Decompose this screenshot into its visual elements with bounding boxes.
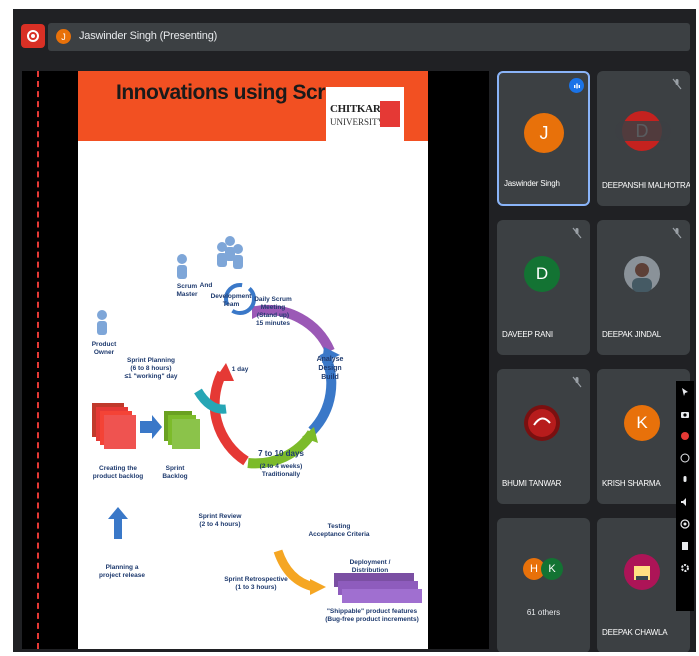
mic-off-icon bbox=[672, 78, 682, 90]
camera-icon[interactable] bbox=[680, 409, 690, 419]
mic-icon[interactable] bbox=[680, 475, 690, 485]
logo-mark bbox=[380, 101, 400, 127]
document-icon[interactable] bbox=[680, 541, 690, 551]
university-logo: CHITKARA UNIVERSITY bbox=[326, 87, 404, 141]
avatar-photo bbox=[524, 405, 560, 441]
participant-name: DEEPAK CHAWLA bbox=[602, 628, 668, 637]
label-deployment: Deployment / Distribution bbox=[349, 559, 391, 574]
top-bar: J Jaswinder Singh (Presenting) bbox=[13, 9, 696, 63]
presenting-banner[interactable]: J Jaswinder Singh (Presenting) bbox=[48, 23, 690, 51]
others-tile[interactable]: H K 61 others bbox=[497, 518, 590, 652]
presenter-avatar: J bbox=[56, 29, 71, 44]
avatar: D bbox=[524, 256, 560, 292]
avatar: J bbox=[524, 113, 564, 153]
deployment-stack bbox=[334, 573, 422, 603]
label-testing: Testing Acceptance Criteria bbox=[308, 523, 370, 538]
participant-grid: J Jaswinder Singh D DEEPANSHI MALHOTRA D… bbox=[497, 71, 696, 652]
label-shippable: "Shippable" product features (Bug-free p… bbox=[325, 608, 419, 623]
slide-title: Innovations using Scrum bbox=[116, 81, 356, 104]
participant-tile[interactable]: DEEPAK JINDAL bbox=[597, 220, 690, 355]
speaking-indicator-icon bbox=[569, 78, 584, 93]
participant-tile[interactable]: BHUMI TANWAR bbox=[497, 369, 590, 504]
mic-off-icon bbox=[572, 227, 582, 239]
avatar-photo bbox=[624, 554, 660, 590]
sprint-backlog-stack bbox=[164, 411, 200, 449]
participant-name: Jaswinder Singh bbox=[504, 179, 560, 188]
record-icon bbox=[27, 30, 39, 42]
volume-icon[interactable] bbox=[680, 497, 690, 507]
label-one-day: 1 day bbox=[231, 366, 249, 373]
product-backlog-stack bbox=[92, 403, 136, 449]
label-sprint-review: Sprint Review (2 to 4 hours) bbox=[198, 513, 242, 528]
pointer-icon[interactable] bbox=[680, 387, 690, 397]
participant-name: KRISH SHARMA bbox=[602, 479, 661, 488]
participant-tile[interactable]: J Jaswinder Singh bbox=[497, 71, 590, 206]
participant-tile[interactable]: D DAVEEP RANI bbox=[497, 220, 590, 355]
avatar: K bbox=[541, 558, 563, 580]
record-dot-icon[interactable] bbox=[680, 431, 690, 441]
slide-header: Innovations using Scrum CHITKARA UNIVERS… bbox=[78, 71, 428, 141]
label-sprint-backlog: Sprint Backlog bbox=[162, 465, 188, 480]
label-daily-scrum: Daily Scrum Meeting (Stand up) 15 minute… bbox=[254, 296, 292, 327]
participant-name: DAVEEP RANI bbox=[502, 330, 553, 339]
label-cycle-main: 7 to 10 days bbox=[258, 449, 304, 458]
label-sprint-planning: Sprint Planning (6 to 8 hours) ≤1 "worki… bbox=[124, 357, 178, 380]
side-toolbar bbox=[676, 381, 694, 611]
participant-tile[interactable]: D DEEPANSHI MALHOTRA bbox=[597, 71, 690, 206]
avatar-photo bbox=[624, 256, 660, 292]
label-retrospective: Sprint Retrospective (1 to 3 hours) bbox=[224, 576, 288, 591]
label-creating-backlog: Creating the product backlog bbox=[92, 465, 144, 480]
participant-name: DEEPAK JINDAL bbox=[602, 330, 662, 339]
timer-icon[interactable] bbox=[680, 453, 690, 463]
label-cycle-sub: (2 to 4 weeks) Traditionally bbox=[259, 463, 303, 478]
label-scrum-master: Scrum Master bbox=[176, 283, 198, 298]
label-planning-release: Planning a project release bbox=[99, 564, 145, 579]
tile-hover-controls[interactable] bbox=[615, 121, 671, 141]
record-button[interactable] bbox=[21, 24, 45, 48]
presenter-label: Jaswinder Singh (Presenting) bbox=[79, 30, 218, 42]
slide: Innovations using Scrum CHITKARA UNIVERS… bbox=[78, 71, 428, 649]
label-product-owner: Product Owner bbox=[91, 341, 117, 356]
others-count: 61 others bbox=[526, 608, 561, 617]
presentation-stage: Innovations using Scrum CHITKARA UNIVERS… bbox=[22, 71, 489, 649]
red-dashed-guide bbox=[37, 71, 39, 649]
settings-circle-icon[interactable] bbox=[680, 519, 690, 529]
mic-off-icon bbox=[572, 376, 582, 388]
avatar: K bbox=[624, 405, 660, 441]
label-analyse: Analyse Design Build bbox=[316, 356, 344, 381]
gear-icon[interactable] bbox=[680, 563, 690, 573]
participant-name: DEEPANSHI MALHOTRA bbox=[602, 181, 690, 190]
cycle-arrow-red bbox=[209, 370, 249, 466]
mic-off-icon bbox=[672, 227, 682, 239]
logo-bottom-text: UNIVERSITY bbox=[330, 117, 384, 127]
participant-name: BHUMI TANWAR bbox=[502, 479, 562, 488]
meet-window: J Jaswinder Singh (Presenting) Innovatio… bbox=[13, 9, 696, 652]
